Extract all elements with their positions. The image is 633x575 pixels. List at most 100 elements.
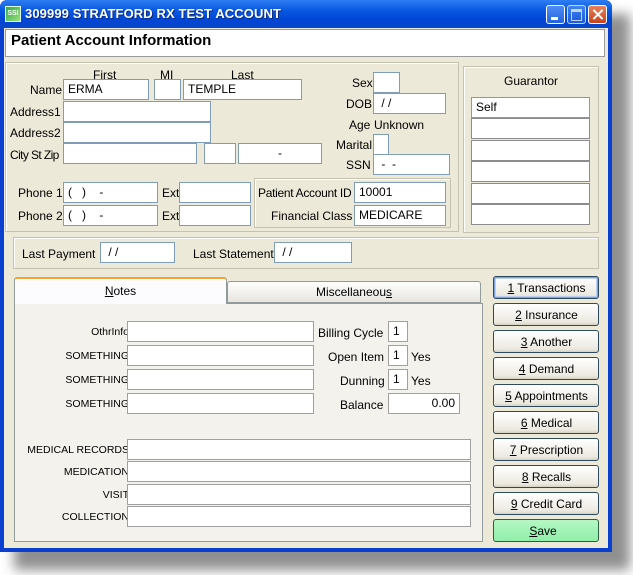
another-patient-button[interactable]: 3 Another Patient bbox=[493, 330, 599, 369]
recalls-button[interactable]: 8 Recalls bbox=[493, 465, 599, 488]
last-name-input[interactable]: TEMPLE bbox=[183, 79, 302, 100]
notes-field-label: SOMETHING bbox=[65, 374, 129, 386]
collection-input[interactable] bbox=[127, 506, 471, 527]
guarantor-row[interactable] bbox=[471, 161, 590, 182]
transactions-button[interactable]: 1 Transactions bbox=[493, 276, 599, 299]
header-box: Patient Account Information bbox=[5, 29, 605, 57]
othrinfo-input[interactable] bbox=[127, 321, 314, 342]
guarantor-row[interactable] bbox=[471, 183, 590, 204]
ssn-label: SSN bbox=[346, 158, 371, 172]
window-title: 309999 STRATFORD RX TEST ACCOUNT bbox=[25, 6, 282, 21]
ssn-input[interactable]: - - bbox=[373, 154, 450, 175]
marital-input[interactable] bbox=[373, 134, 389, 155]
ext1-label: Ext bbox=[162, 186, 180, 200]
tab-misc-hotkey: s bbox=[386, 285, 393, 299]
button-label: Credit Card bbox=[517, 497, 583, 511]
dunning-text: Yes bbox=[411, 374, 431, 388]
prescription-button[interactable]: 7 Prescription bbox=[493, 438, 599, 461]
guarantor-row[interactable] bbox=[471, 118, 590, 139]
button-label: Recalls bbox=[528, 470, 572, 484]
credit-card-button[interactable]: 9 Credit Card bbox=[493, 492, 599, 515]
middle-initial-input[interactable] bbox=[154, 79, 181, 100]
guarantor-panel: Guarantor Self bbox=[463, 66, 599, 233]
ext2-label: Ext bbox=[162, 209, 180, 223]
app-window: SSI 309999 STRATFORD RX TEST ACCOUNT Pat… bbox=[0, 0, 612, 552]
first-name-input[interactable]: ERMA bbox=[63, 79, 149, 100]
hotkey: 8 bbox=[521, 470, 529, 484]
last-statement-input[interactable]: / / bbox=[274, 242, 352, 263]
open-item-label: Open Item bbox=[328, 350, 385, 364]
notes-field-label: SOMETHING bbox=[65, 350, 129, 362]
something-input-2[interactable] bbox=[127, 369, 314, 390]
dunning-input[interactable]: 1 bbox=[388, 369, 408, 390]
dob-input[interactable]: / / bbox=[373, 93, 446, 114]
address1-input[interactable] bbox=[63, 101, 211, 122]
appointments-button[interactable]: 5 Appointments bbox=[493, 384, 599, 407]
address2-input[interactable] bbox=[63, 122, 211, 143]
phone2-label: Phone 2 bbox=[18, 209, 63, 223]
something-input-3[interactable] bbox=[127, 393, 314, 414]
title-bar[interactable]: SSI 309999 STRATFORD RX TEST ACCOUNT bbox=[0, 0, 612, 28]
guarantor-row[interactable] bbox=[471, 140, 590, 161]
tab-miscellaneous[interactable]: Miscellaneous bbox=[227, 281, 481, 303]
billing-cycle-label: Billing Cycle bbox=[318, 326, 384, 340]
account-id-input[interactable]: 10001 bbox=[354, 182, 446, 203]
tab-notes-label-rest: otes bbox=[113, 284, 137, 298]
address1-label: Address1 bbox=[10, 105, 61, 119]
wide-field-label: COLLECTION bbox=[61, 511, 129, 523]
button-label: Prescription bbox=[516, 443, 584, 457]
notes-field-label: OthrInfo bbox=[91, 326, 129, 338]
zip-input[interactable]: - bbox=[238, 143, 322, 164]
medical-records-input[interactable] bbox=[127, 439, 471, 460]
guarantor-row[interactable] bbox=[471, 204, 590, 225]
maximize-button[interactable] bbox=[567, 5, 586, 24]
medication-input[interactable] bbox=[127, 461, 471, 482]
tab-misc-label-prefix: Miscellaneou bbox=[315, 285, 387, 299]
last-payment-input[interactable]: / / bbox=[100, 242, 175, 263]
balance-input[interactable]: 0.00 bbox=[388, 393, 460, 414]
hotkey: 2 bbox=[515, 308, 522, 322]
close-button[interactable] bbox=[588, 5, 607, 24]
tab-notes[interactable]: Notes bbox=[14, 277, 227, 304]
financial-class-input[interactable]: MEDICARE bbox=[354, 205, 446, 226]
marital-label: Marital bbox=[336, 138, 373, 152]
ext2-input[interactable] bbox=[179, 205, 251, 226]
demand-forms-button[interactable]: 4 Demand Forms bbox=[493, 357, 599, 396]
open-item-input[interactable]: 1 bbox=[388, 345, 408, 366]
guarantor-row[interactable]: Self bbox=[471, 97, 590, 118]
state-input[interactable] bbox=[204, 143, 236, 164]
something-input-1[interactable] bbox=[127, 345, 314, 366]
hotkey: 9 bbox=[510, 497, 518, 511]
phone1-label: Phone 1 bbox=[18, 186, 63, 200]
address2-label: Address2 bbox=[10, 126, 61, 140]
city-st-zip-label: City St Zip bbox=[10, 148, 59, 162]
phone1-input[interactable]: ( ) - bbox=[63, 182, 158, 203]
dunning-label: Dunning bbox=[340, 374, 385, 388]
sex-label: Sex bbox=[352, 76, 373, 90]
hotkey: 5 bbox=[505, 389, 512, 403]
minimize-button[interactable] bbox=[546, 5, 565, 24]
name-label: Name bbox=[30, 83, 63, 97]
button-label: Transactions bbox=[514, 281, 586, 295]
notes-field-label: SOMETHING bbox=[65, 398, 129, 410]
notes-tab-panel: OthrInfo SOMETHING SOMETHING SOMETHING B… bbox=[14, 303, 483, 542]
phone2-input[interactable]: ( ) - bbox=[63, 205, 158, 226]
ext1-input[interactable] bbox=[179, 182, 251, 203]
insurance-button[interactable]: 2 Insurance bbox=[493, 303, 599, 326]
visit-input[interactable] bbox=[127, 484, 471, 505]
billing-cycle-input[interactable]: 1 bbox=[388, 321, 408, 342]
open-item-text: Yes bbox=[411, 350, 431, 364]
sex-input[interactable] bbox=[373, 72, 400, 93]
save-button[interactable]: Save bbox=[493, 519, 599, 542]
city-input[interactable] bbox=[63, 143, 197, 164]
app-icon: SSI bbox=[5, 6, 21, 22]
financial-class-label: Financial Class bbox=[271, 209, 353, 223]
hotkey: 6 bbox=[520, 416, 528, 430]
button-label: Insurance bbox=[521, 308, 578, 322]
account-id-label: Patient Account ID bbox=[258, 186, 352, 200]
medical-record-button[interactable]: 6 Medical Record bbox=[493, 411, 599, 450]
last-statement-label: Last Statement bbox=[193, 247, 274, 261]
dob-label: DOB bbox=[346, 97, 373, 111]
window-client-area: Patient Account Information First MI Las… bbox=[4, 28, 608, 548]
age-label: Age bbox=[349, 118, 371, 132]
